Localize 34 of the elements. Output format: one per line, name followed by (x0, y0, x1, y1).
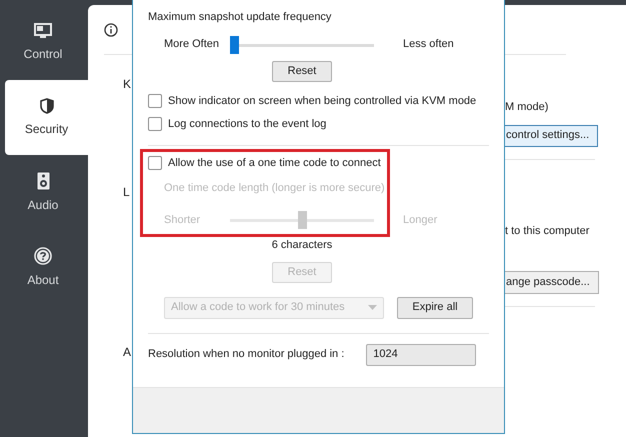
label-text: K (123, 76, 132, 93)
speaker-icon (36, 172, 50, 190)
label-text: A (123, 344, 132, 361)
slider-label: Longer (403, 212, 438, 228)
checkbox-label: Log connections to the event log (168, 116, 326, 132)
label-text: L (123, 184, 130, 201)
checkbox-label: Allow the use of a one time code to connect (168, 156, 381, 171)
label-text: M mode) (505, 100, 548, 115)
slider[interactable] (230, 34, 374, 54)
slider-label: Less often (403, 37, 454, 52)
label-text: t to this computer (505, 224, 590, 238)
checkbox[interactable] (148, 117, 162, 131)
help-icon (34, 246, 52, 264)
monitor-icon (34, 22, 52, 38)
checkbox[interactable] (148, 94, 162, 108)
section-label: One time code length (longer is more secure) (164, 180, 386, 196)
sidebar-tab[interactable]: About (0, 230, 86, 305)
settings-button[interactable]: control settings... (505, 124, 598, 146)
value-text: 6 characters (272, 238, 332, 253)
reset-button[interactable]: Reset (272, 60, 332, 82)
checkbox-label: Show indicator on screen when being controlled via KVM mode (168, 94, 476, 109)
sidebar-tab[interactable]: Security (5, 80, 88, 155)
passcode-button[interactable]: ange passcode... (505, 271, 599, 294)
section-label: Maximum snapshot update frequency (148, 10, 332, 25)
shield-icon (40, 98, 54, 114)
slider-thumb[interactable] (230, 36, 239, 54)
slider-label: More Often (164, 37, 220, 52)
slider-label: Shorter (164, 212, 202, 228)
info-icon (104, 22, 118, 36)
sidebar-tab[interactable]: Audio (0, 155, 86, 230)
sidebar-tab[interactable]: Control (0, 5, 86, 80)
resolution-dropdown[interactable]: 1024 (366, 344, 476, 366)
resolution-label: Resolution when no monitor plugged in : (148, 347, 344, 362)
caret-icon (368, 305, 377, 310)
